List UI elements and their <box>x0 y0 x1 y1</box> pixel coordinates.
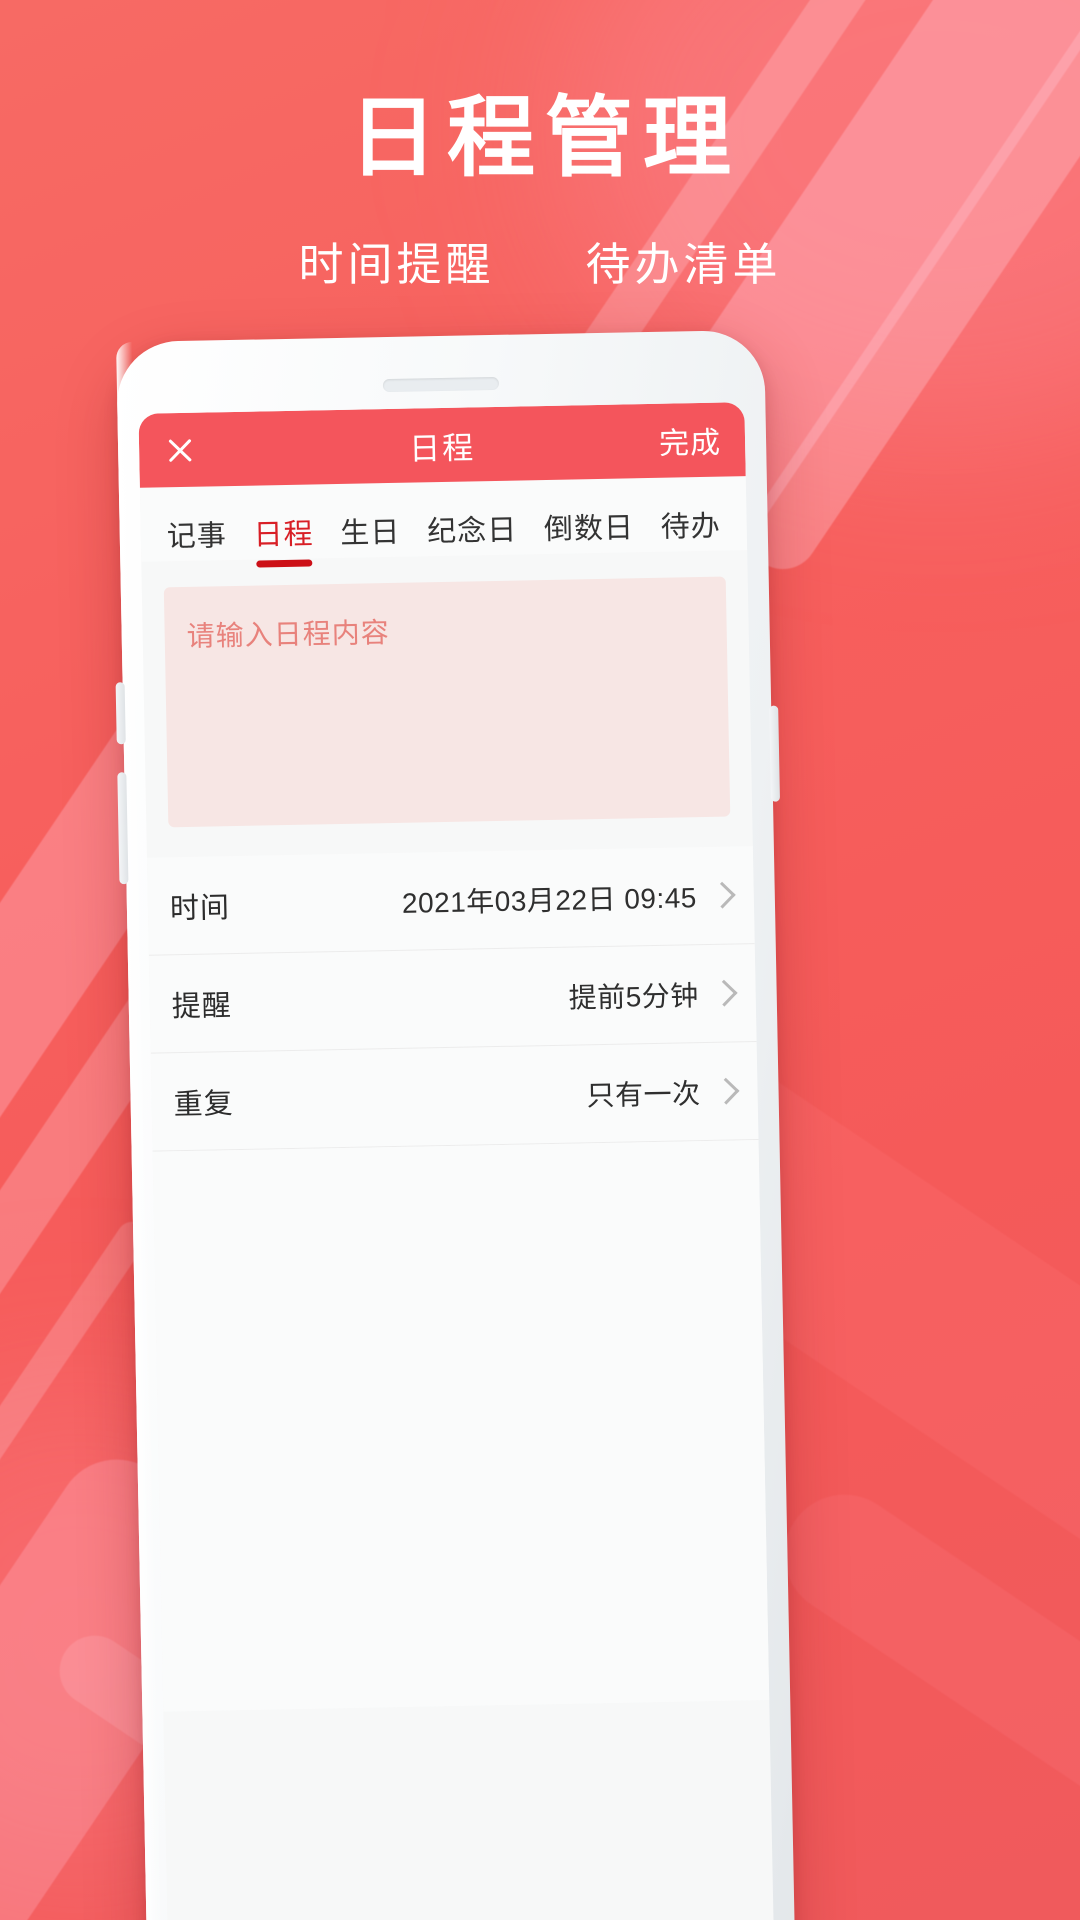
tab-shengri[interactable]: 生日 <box>340 509 401 566</box>
row-reminder-value: 提前5分钟 <box>568 979 699 1014</box>
row-repeat-value: 只有一次 <box>586 1077 701 1111</box>
row-repeat[interactable]: 重复 只有一次 <box>150 1042 759 1152</box>
phone-volume-up-button <box>115 682 126 745</box>
poster-subtitle: 时间提醒 待办清单 <box>0 228 1080 293</box>
phone-power-button <box>769 705 781 802</box>
phone-screen: 日程 完成 记事 日程 生日 纪念日 倒数日 待办 请输入日程内容 时间 202… <box>138 402 775 1920</box>
tab-jishi[interactable]: 记事 <box>166 512 228 569</box>
row-time-label: 时间 <box>169 891 231 925</box>
phone-speaker-grille <box>382 376 500 393</box>
tab-daiban[interactable]: 待办 <box>660 503 721 560</box>
done-button[interactable]: 完成 <box>659 418 722 463</box>
poster-stage: 日程管理 时间提醒 待办清单 日程 完成 记事 日程 生日 纪念日 倒数日 待办 <box>0 0 1080 1920</box>
poster-title: 日程管理 <box>348 88 741 187</box>
list-empty-area <box>152 1140 770 1712</box>
schedule-content-input[interactable]: 请输入日程内容 <box>163 576 731 828</box>
category-tabs: 记事 日程 生日 纪念日 倒数日 待办 <box>139 476 748 565</box>
tab-daoshuri[interactable]: 倒数日 <box>543 504 635 562</box>
chevron-right-icon <box>710 979 738 1007</box>
app-header-title: 日程 <box>408 429 476 467</box>
row-time-value: 2021年03月22日 09:45 <box>401 881 698 919</box>
tab-jinianri[interactable]: 纪念日 <box>427 507 518 565</box>
row-reminder[interactable]: 提醒 提前5分钟 <box>148 944 757 1054</box>
phone-mockup: 日程 完成 记事 日程 生日 纪念日 倒数日 待办 请输入日程内容 时间 202… <box>115 329 796 1920</box>
chevron-right-icon <box>712 1077 740 1105</box>
tab-richeng[interactable]: 日程 <box>253 510 314 567</box>
app-header-bar: 日程 完成 <box>138 402 746 488</box>
row-reminder-label: 提醒 <box>171 989 233 1023</box>
row-repeat-label: 重复 <box>173 1087 235 1121</box>
row-time[interactable]: 时间 2021年03月22日 09:45 <box>146 846 755 956</box>
poster-subtitle-right: 待办清单 <box>585 239 782 290</box>
schedule-content-placeholder: 请输入日程内容 <box>186 617 390 652</box>
chevron-right-icon <box>708 881 736 909</box>
settings-list: 时间 2021年03月22日 09:45 提醒 提前5分钟 重复 只有一次 <box>146 846 770 1712</box>
poster-subtitle-left: 时间提醒 <box>298 239 495 290</box>
